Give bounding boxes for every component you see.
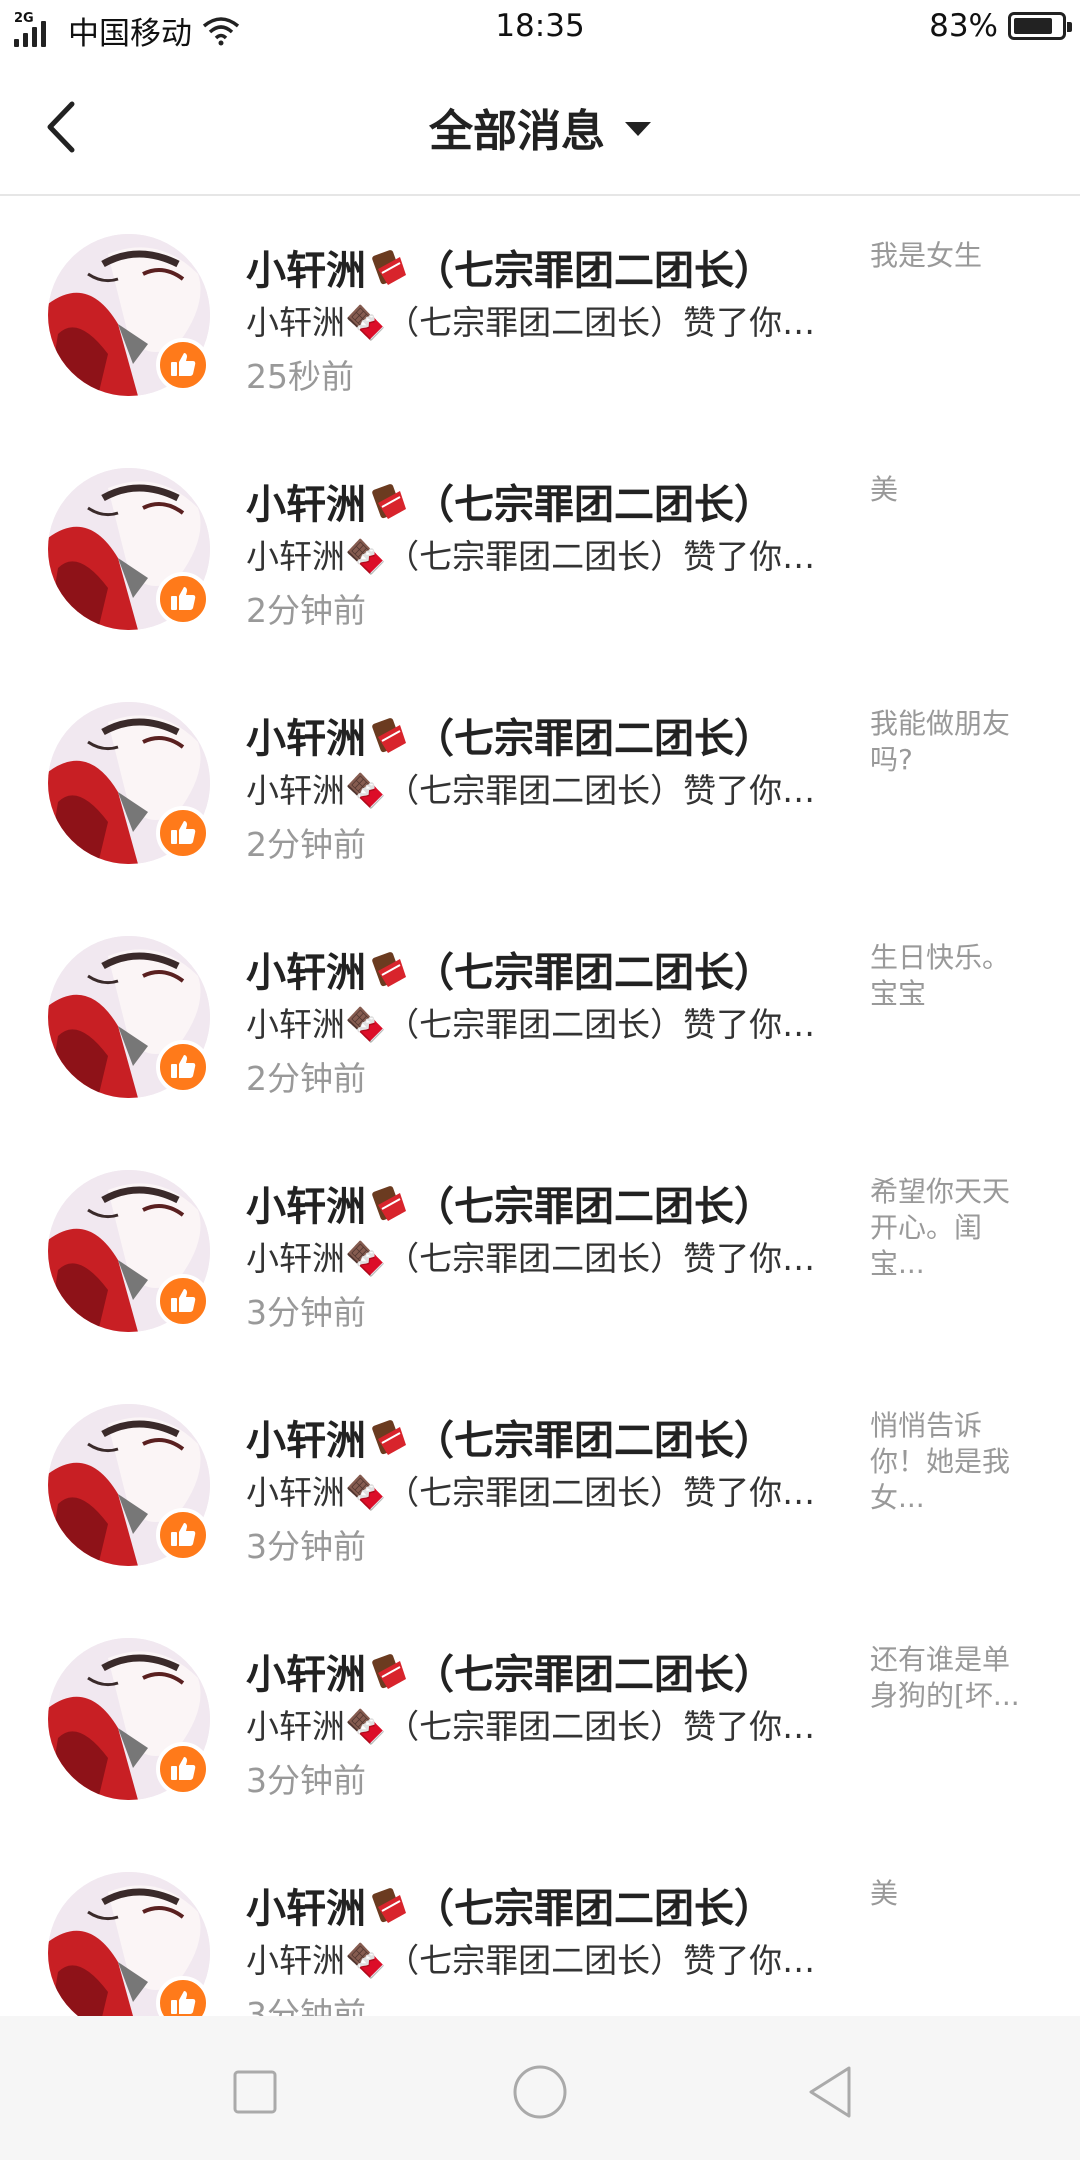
chocolate-emoji-icon xyxy=(372,1186,406,1221)
list-item[interactable]: 小轩洲 （七宗罪团二团长） 小轩洲🍫（七宗罪团二团长）赞了你的评论 2分钟前 美 xyxy=(0,432,1080,666)
sender-name-suffix: （七宗罪团二团长） xyxy=(414,716,774,762)
sender-name-suffix: （七宗罪团二团长） xyxy=(414,950,774,996)
thumbs-up-icon xyxy=(171,821,196,844)
badge-thumbs-up xyxy=(156,338,210,392)
thumbs-up-icon xyxy=(171,353,196,376)
sender-name-text: 小轩洲 xyxy=(246,1184,366,1230)
sender-name-text: 小轩洲 xyxy=(246,482,366,528)
referenced-comment[interactable]: 美 xyxy=(870,472,1030,508)
triangle-down-icon xyxy=(625,122,651,136)
message-time: 3分钟前 xyxy=(246,1761,366,1800)
status-right: 83% xyxy=(929,8,1072,44)
sender-name[interactable]: 小轩洲 （七宗罪团二团长） xyxy=(246,1174,774,1232)
message-list[interactable]: 小轩洲 （七宗罪团二团长） 小轩洲🍫（七宗罪团二团长）赞了你的评论 25秒前 我… xyxy=(0,198,1080,2016)
sender-name[interactable]: 小轩洲 （七宗罪团二团长） xyxy=(246,1642,774,1700)
thumbs-up-icon xyxy=(171,1289,196,1312)
sender-name-suffix: （七宗罪团二团长） xyxy=(414,1652,774,1698)
status-bar: 2G 中国移动 18:35 83% xyxy=(0,0,1080,56)
message-time: 3分钟前 xyxy=(246,1293,366,1332)
message-snippet: 小轩洲🍫（七宗罪团二团长）赞了你的评论 xyxy=(246,1707,816,1746)
list-item[interactable]: 小轩洲 （七宗罪团二团长） 小轩洲🍫（七宗罪团二团长）赞了你的评论 3分钟前 悄… xyxy=(0,1368,1080,1602)
message-time: 3分钟前 xyxy=(246,1527,366,1566)
referenced-comment[interactable]: 悄悄告诉你！她是我女... xyxy=(870,1408,1030,1516)
sender-name[interactable]: 小轩洲 （七宗罪团二团长） xyxy=(246,1408,774,1466)
chocolate-emoji-icon xyxy=(372,718,406,753)
chocolate-emoji-icon xyxy=(372,484,406,519)
referenced-comment[interactable]: 希望你天天开心。闺宝... xyxy=(870,1174,1030,1282)
home-button[interactable] xyxy=(510,2062,570,2122)
system-back-button[interactable] xyxy=(800,2062,860,2122)
badge-thumbs-up xyxy=(156,1274,210,1328)
sender-name-suffix: （七宗罪团二团长） xyxy=(414,248,774,294)
badge-thumbs-up xyxy=(156,572,210,626)
sender-name[interactable]: 小轩洲 （七宗罪团二团长） xyxy=(246,706,774,764)
referenced-comment[interactable]: 我是女生 xyxy=(870,238,1030,274)
chocolate-emoji-icon xyxy=(372,1888,406,1923)
message-snippet: 小轩洲🍫（七宗罪团二团长）赞了你的评论 xyxy=(246,1473,816,1512)
chocolate-emoji-icon xyxy=(372,952,406,987)
sender-name-text: 小轩洲 xyxy=(246,1652,366,1698)
sender-name-text: 小轩洲 xyxy=(246,716,366,762)
message-time: 25秒前 xyxy=(246,357,354,396)
sender-name[interactable]: 小轩洲 （七宗罪团二团长） xyxy=(246,238,774,296)
badge-thumbs-up xyxy=(156,806,210,860)
message-snippet: 小轩洲🍫（七宗罪团二团长）赞了你的评论 xyxy=(246,771,816,810)
thumbs-up-icon xyxy=(171,1523,196,1546)
message-snippet: 小轩洲🍫（七宗罪团二团长）赞了你的评论 xyxy=(246,1005,816,1044)
chocolate-emoji-icon xyxy=(372,1654,406,1689)
list-item[interactable]: 小轩洲 （七宗罪团二团长） 小轩洲🍫（七宗罪团二团长）赞了你的评论 3分钟前 美 xyxy=(0,1836,1080,2016)
thumbs-up-icon xyxy=(171,1991,196,2014)
list-item[interactable]: 小轩洲 （七宗罪团二团长） 小轩洲🍫（七宗罪团二团长）赞了你的评论 3分钟前 还… xyxy=(0,1602,1080,1836)
chocolate-emoji-icon xyxy=(372,250,406,285)
list-item[interactable]: 小轩洲 （七宗罪团二团长） 小轩洲🍫（七宗罪团二团长）赞了你的评论 3分钟前 希… xyxy=(0,1134,1080,1368)
sender-name[interactable]: 小轩洲 （七宗罪团二团长） xyxy=(246,940,774,998)
status-time: 18:35 xyxy=(495,8,585,44)
battery-percent: 83% xyxy=(929,8,998,44)
title-dropdown[interactable]: 全部消息 xyxy=(0,94,1080,160)
referenced-comment[interactable]: 美 xyxy=(870,1876,1030,1912)
sender-name-text: 小轩洲 xyxy=(246,950,366,996)
list-item[interactable]: 小轩洲 （七宗罪团二团长） 小轩洲🍫（七宗罪团二团长）赞了你的评论 25秒前 我… xyxy=(0,198,1080,432)
message-time: 2分钟前 xyxy=(246,825,366,864)
system-nav-bar xyxy=(0,2016,1080,2160)
message-snippet: 小轩洲🍫（七宗罪团二团长）赞了你的评论 xyxy=(246,303,816,342)
header-bar: 全部消息 xyxy=(0,56,1080,196)
sender-name-suffix: （七宗罪团二团长） xyxy=(414,1886,774,1932)
sender-name-text: 小轩洲 xyxy=(246,1418,366,1464)
sender-name[interactable]: 小轩洲 （七宗罪团二团长） xyxy=(246,1876,774,1934)
square-icon xyxy=(233,2070,277,2114)
thumbs-up-icon xyxy=(171,1757,196,1780)
referenced-comment[interactable]: 还有谁是单身狗的[坏... xyxy=(870,1642,1030,1714)
circle-icon xyxy=(513,2065,567,2119)
sender-name-text: 小轩洲 xyxy=(246,1886,366,1932)
list-item[interactable]: 小轩洲 （七宗罪团二团长） 小轩洲🍫（七宗罪团二团长）赞了你的评论 2分钟前 生… xyxy=(0,900,1080,1134)
message-time: 2分钟前 xyxy=(246,1059,366,1098)
message-time: 3分钟前 xyxy=(246,1995,366,2016)
badge-thumbs-up xyxy=(156,1040,210,1094)
page-title: 全部消息 xyxy=(429,106,605,157)
badge-thumbs-up xyxy=(156,1508,210,1562)
triangle-back-icon xyxy=(809,2066,851,2118)
message-time: 2分钟前 xyxy=(246,591,366,630)
thumbs-up-icon xyxy=(171,587,196,610)
badge-thumbs-up xyxy=(156,1742,210,1796)
recent-apps-button[interactable] xyxy=(225,2062,285,2122)
sender-name-suffix: （七宗罪团二团长） xyxy=(414,482,774,528)
sender-name-suffix: （七宗罪团二团长） xyxy=(414,1184,774,1230)
chocolate-emoji-icon xyxy=(372,1420,406,1455)
message-snippet: 小轩洲🍫（七宗罪团二团长）赞了你的评论 xyxy=(246,1941,816,1980)
referenced-comment[interactable]: 我能做朋友吗? xyxy=(870,706,1030,778)
list-item[interactable]: 小轩洲 （七宗罪团二团长） 小轩洲🍫（七宗罪团二团长）赞了你的评论 2分钟前 我… xyxy=(0,666,1080,900)
sender-name-text: 小轩洲 xyxy=(246,248,366,294)
message-snippet: 小轩洲🍫（七宗罪团二团长）赞了你的评论 xyxy=(246,537,816,576)
battery-icon xyxy=(1008,12,1072,40)
sender-name-suffix: （七宗罪团二团长） xyxy=(414,1418,774,1464)
referenced-comment[interactable]: 生日快乐。宝宝 xyxy=(870,940,1030,1012)
thumbs-up-icon xyxy=(171,1055,196,1078)
message-snippet: 小轩洲🍫（七宗罪团二团长）赞了你的评论 xyxy=(246,1239,816,1278)
sender-name[interactable]: 小轩洲 （七宗罪团二团长） xyxy=(246,472,774,530)
